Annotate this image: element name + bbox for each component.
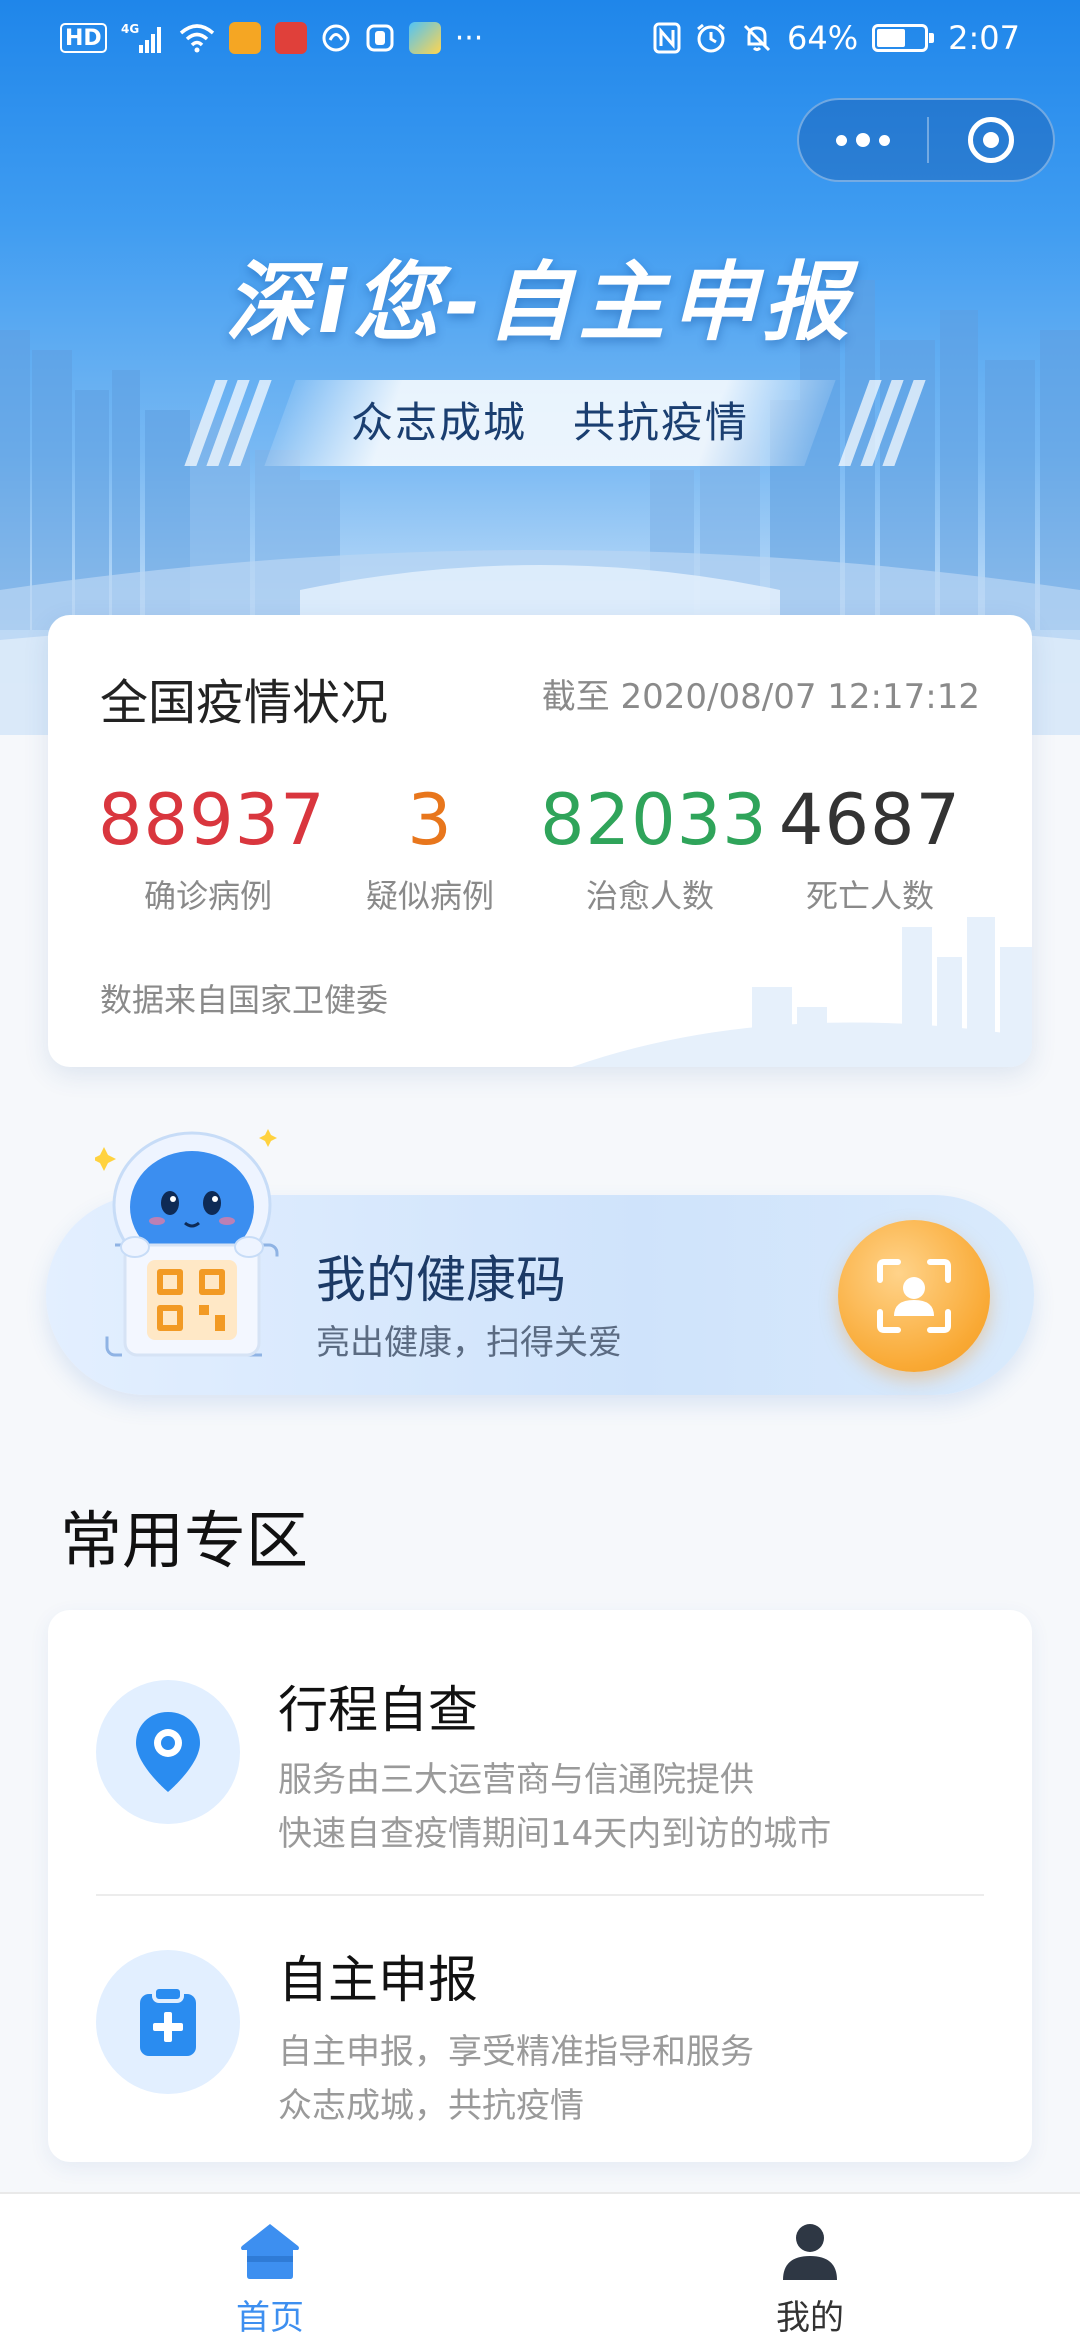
- stats-source: 数据来自国家卫健委: [100, 981, 389, 1019]
- app-notification-icon: [321, 21, 351, 55]
- service-title: 自主申报: [278, 1951, 478, 2009]
- app-notification-icon: [228, 22, 261, 54]
- service-title: 行程自查: [278, 1681, 478, 1739]
- service-desc-line: 服务由三大运营商与信通院提供: [278, 1760, 754, 1800]
- tab-home[interactable]: 首页: [0, 2194, 540, 2340]
- target-circle-icon: [968, 117, 1014, 163]
- stat-confirmed-value: 88937: [98, 779, 326, 861]
- clipboard-plus-icon: [96, 1950, 240, 2094]
- wifi-icon: [179, 21, 215, 55]
- location-pin-icon: [96, 1680, 240, 1824]
- more-notifications-icon: ···: [454, 20, 484, 56]
- stats-title: 全国疫情状况: [100, 675, 389, 731]
- stats-row: 88937 确诊病例 3 疑似病例 82033 治愈人数 4687 死亡人数: [48, 775, 1032, 915]
- service-desc-line: 快速自查疫情期间14天内到访的城市: [278, 1814, 832, 1854]
- signal-icon: 4G: [121, 21, 165, 55]
- user-icon: [783, 2224, 837, 2280]
- slogan-text: 众志成城 共抗疫情: [350, 398, 750, 447]
- alarm-icon: [695, 21, 727, 55]
- service-desc-line: 自主申报，享受精准指导和服务: [278, 2032, 754, 2072]
- more-dot-icon: [879, 134, 890, 146]
- service-item-self-declaration[interactable]: 自主申报 自主申报，享受精准指导和服务 众志成城，共抗疫情: [48, 1896, 1032, 2166]
- stat-deaths-value: 4687: [778, 779, 962, 861]
- stat-confirmed: 88937 确诊病例: [98, 775, 326, 917]
- home-icon: [241, 2224, 299, 2279]
- stat-cured-value: 82033: [540, 779, 768, 861]
- bottom-tab-bar: 首页 我的: [0, 2192, 1080, 2340]
- tab-home-label: 首页: [236, 2298, 304, 2338]
- face-scan-icon: [877, 1259, 951, 1333]
- stat-deaths-label: 死亡人数: [805, 877, 934, 915]
- miniprogram-capsule: [797, 98, 1055, 182]
- stat-suspected-label: 疑似病例: [365, 877, 494, 915]
- app-notification-icon: [365, 21, 395, 55]
- face-scan-button[interactable]: [838, 1220, 990, 1372]
- battery-icon: [872, 24, 935, 52]
- health-code-subtitle: 亮出健康，扫得关爱: [316, 1323, 622, 1363]
- battery-percent: 64%: [787, 19, 859, 57]
- stat-cured-label: 治愈人数: [585, 877, 714, 915]
- stats-updated-time: 截至 2020/08/07 12:17:12: [541, 677, 980, 717]
- battery-level: [877, 29, 906, 47]
- section-title-common-zone: 常用专区: [60, 1504, 309, 1577]
- tab-mine[interactable]: 我的: [540, 2194, 1080, 2340]
- tab-mine-label: 我的: [776, 2298, 844, 2338]
- more-button[interactable]: [799, 100, 927, 180]
- svg-text:4G: 4G: [121, 22, 139, 36]
- services-card: 行程自查 服务由三大运营商与信通院提供 快速自查疫情期间14天内到访的城市 自主…: [48, 1610, 1032, 2162]
- app-notification-icon: [408, 22, 441, 54]
- service-item-itinerary-check[interactable]: 行程自查 服务由三大运营商与信通院提供 快速自查疫情期间14天内到访的城市: [48, 1610, 1032, 1880]
- stat-deaths: 4687 死亡人数: [760, 775, 980, 917]
- clock-time: 2:07: [948, 19, 1020, 57]
- page-title: 深i您-自主申报: [225, 253, 855, 353]
- more-dot-icon: [836, 134, 847, 146]
- hd-badge: HD: [60, 23, 107, 53]
- national-epidemic-stats-card: 全国疫情状况 截至 2020/08/07 12:17:12 88937 确诊病例…: [48, 615, 1032, 1067]
- nfc-icon: [653, 21, 681, 55]
- stat-cured: 82033 治愈人数: [540, 775, 768, 917]
- health-code-title: 我的健康码: [316, 1251, 566, 1309]
- stat-suspected: 3 疑似病例: [320, 775, 540, 917]
- stat-suspected-value: 3: [407, 779, 453, 861]
- mute-bell-icon: [741, 21, 773, 55]
- close-miniprogram-button[interactable]: [929, 100, 1053, 180]
- service-desc-line: 众志成城，共抗疫情: [278, 2086, 584, 2126]
- city-watermark-illustration: [572, 917, 1032, 1067]
- mascot-qr-illustration: [95, 1129, 279, 1357]
- stat-confirmed-label: 确诊病例: [143, 877, 272, 915]
- slogan-banner: 众志成城 共抗疫情: [184, 380, 926, 466]
- more-dot-icon: [856, 133, 870, 147]
- app-notification-icon: [274, 22, 307, 54]
- status-bar: HD 4G ··· 64% 2:07: [0, 0, 1080, 76]
